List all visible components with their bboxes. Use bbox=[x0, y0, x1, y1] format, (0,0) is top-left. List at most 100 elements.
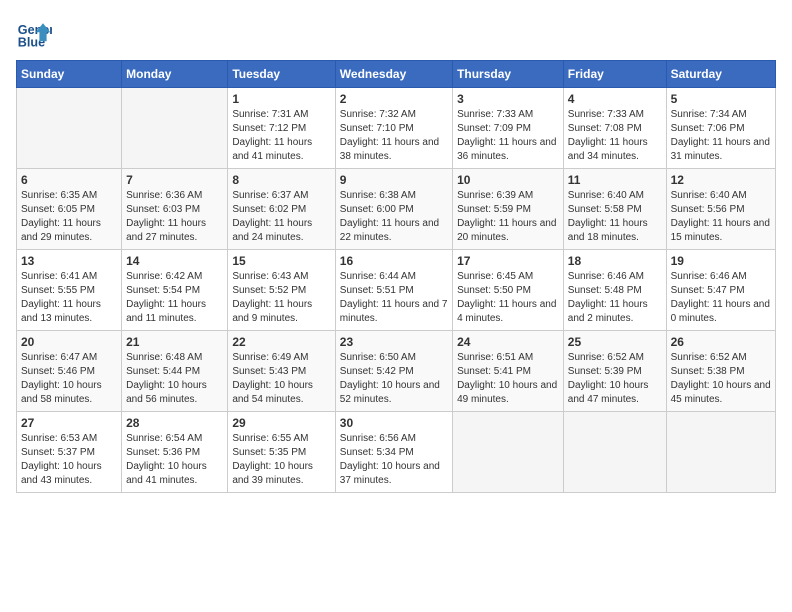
calendar-cell: 12Sunrise: 6:40 AM Sunset: 5:56 PM Dayli… bbox=[666, 169, 775, 250]
calendar-cell: 5 Sunrise: 7:34 AM Sunset: 7:06 PM Daylig… bbox=[666, 88, 775, 169]
calendar-cell: 16Sunrise: 6:44 AM Sunset: 5:51 PM Dayli… bbox=[335, 250, 452, 331]
calendar-cell: 29 Sunrise: 6:55 AM Sunset: 5:35 PM Dayli… bbox=[228, 412, 335, 493]
day-number: 19 bbox=[671, 254, 771, 268]
day-number: 28 bbox=[126, 416, 223, 430]
week-row-5: 27 Sunrise: 6:53 AM Sunset: 5:37 PM Dayli… bbox=[17, 412, 776, 493]
day-number: 27 bbox=[21, 416, 117, 430]
day-info: Sunrise: 6:42 AM Sunset: 5:54 PM Dayligh… bbox=[126, 270, 223, 326]
day-info: Sunrise: 6:39 AM Sunset: 5:59 PM Dayligh… bbox=[457, 189, 559, 245]
calendar-table: SundayMondayTuesdayWednesdayThursdayFrid… bbox=[16, 60, 776, 493]
calendar-cell bbox=[666, 412, 775, 493]
day-number: 29 bbox=[232, 416, 330, 430]
day-number: 9 bbox=[340, 173, 448, 187]
day-number: 25 bbox=[568, 335, 662, 349]
day-info: Sunrise: 6:46 AM Sunset: 5:48 PM Dayligh… bbox=[568, 270, 662, 326]
calendar-cell: 18 Sunrise: 6:46 AM Sunset: 5:48 PM Dayli… bbox=[563, 250, 666, 331]
day-info: Sunrise: 6:41 AM Sunset: 5:55 PM Dayligh… bbox=[21, 270, 117, 326]
week-row-1: 1 Sunrise: 7:31 AM Sunset: 7:12 PM Daylig… bbox=[17, 88, 776, 169]
day-number: 5 bbox=[671, 92, 771, 106]
day-info: Sunrise: 6:54 AM Sunset: 5:36 PM Dayligh… bbox=[126, 432, 223, 488]
day-number: 10 bbox=[457, 173, 559, 187]
calendar-cell bbox=[563, 412, 666, 493]
day-info: Sunrise: 6:37 AM Sunset: 6:02 PM Dayligh… bbox=[232, 189, 330, 245]
day-info: Sunrise: 7:32 AM Sunset: 7:10 PM Dayligh… bbox=[340, 108, 448, 164]
day-header-friday: Friday bbox=[563, 61, 666, 88]
day-number: 2 bbox=[340, 92, 448, 106]
calendar-cell bbox=[17, 88, 122, 169]
day-number: 20 bbox=[21, 335, 117, 349]
calendar-cell: 2 Sunrise: 7:32 AM Sunset: 7:10 PM Daylig… bbox=[335, 88, 452, 169]
day-number: 23 bbox=[340, 335, 448, 349]
calendar-cell: 10 Sunrise: 6:39 AM Sunset: 5:59 PM Dayli… bbox=[453, 169, 564, 250]
day-info: Sunrise: 7:33 AM Sunset: 7:08 PM Dayligh… bbox=[568, 108, 662, 164]
calendar-header-row: SundayMondayTuesdayWednesdayThursdayFrid… bbox=[17, 61, 776, 88]
day-info: Sunrise: 7:33 AM Sunset: 7:09 PM Dayligh… bbox=[457, 108, 559, 164]
calendar-cell: 3 Sunrise: 7:33 AM Sunset: 7:09 PM Daylig… bbox=[453, 88, 564, 169]
day-info: Sunrise: 7:34 AM Sunset: 7:06 PM Dayligh… bbox=[671, 108, 771, 164]
calendar-cell: 27 Sunrise: 6:53 AM Sunset: 5:37 PM Dayli… bbox=[17, 412, 122, 493]
day-number: 22 bbox=[232, 335, 330, 349]
calendar-cell: 25 Sunrise: 6:52 AM Sunset: 5:39 PM Dayli… bbox=[563, 331, 666, 412]
day-number: 7 bbox=[126, 173, 223, 187]
day-number: 1 bbox=[232, 92, 330, 106]
day-number: 15 bbox=[232, 254, 330, 268]
day-info: Sunrise: 6:50 AM Sunset: 5:42 PM Dayligh… bbox=[340, 351, 448, 407]
day-number: 30 bbox=[340, 416, 448, 430]
calendar-cell: 6 Sunrise: 6:35 AM Sunset: 6:05 PM Daylig… bbox=[17, 169, 122, 250]
day-number: 16 bbox=[340, 254, 448, 268]
day-header-monday: Monday bbox=[122, 61, 228, 88]
day-info: Sunrise: 7:31 AM Sunset: 7:12 PM Dayligh… bbox=[232, 108, 330, 164]
calendar-cell: 20Sunrise: 6:47 AM Sunset: 5:46 PM Dayli… bbox=[17, 331, 122, 412]
calendar-cell: 17Sunrise: 6:45 AM Sunset: 5:50 PM Dayli… bbox=[453, 250, 564, 331]
calendar-cell: 4 Sunrise: 7:33 AM Sunset: 7:08 PM Daylig… bbox=[563, 88, 666, 169]
calendar-cell bbox=[453, 412, 564, 493]
day-number: 6 bbox=[21, 173, 117, 187]
day-info: Sunrise: 6:38 AM Sunset: 6:00 PM Dayligh… bbox=[340, 189, 448, 245]
day-number: 4 bbox=[568, 92, 662, 106]
week-row-4: 20Sunrise: 6:47 AM Sunset: 5:46 PM Dayli… bbox=[17, 331, 776, 412]
calendar-cell: 19 Sunrise: 6:46 AM Sunset: 5:47 PM Dayli… bbox=[666, 250, 775, 331]
day-number: 24 bbox=[457, 335, 559, 349]
calendar-cell: 28 Sunrise: 6:54 AM Sunset: 5:36 PM Dayli… bbox=[122, 412, 228, 493]
day-number: 21 bbox=[126, 335, 223, 349]
calendar-cell: 9 Sunrise: 6:38 AM Sunset: 6:00 PM Daylig… bbox=[335, 169, 452, 250]
day-header-saturday: Saturday bbox=[666, 61, 775, 88]
calendar-cell: 1 Sunrise: 7:31 AM Sunset: 7:12 PM Daylig… bbox=[228, 88, 335, 169]
day-info: Sunrise: 6:36 AM Sunset: 6:03 PM Dayligh… bbox=[126, 189, 223, 245]
day-info: Sunrise: 6:35 AM Sunset: 6:05 PM Dayligh… bbox=[21, 189, 117, 245]
day-number: 11 bbox=[568, 173, 662, 187]
day-number: 18 bbox=[568, 254, 662, 268]
day-info: Sunrise: 6:46 AM Sunset: 5:47 PM Dayligh… bbox=[671, 270, 771, 326]
calendar-cell: 23 Sunrise: 6:50 AM Sunset: 5:42 PM Dayli… bbox=[335, 331, 452, 412]
day-info: Sunrise: 6:40 AM Sunset: 5:58 PM Dayligh… bbox=[568, 189, 662, 245]
day-number: 13 bbox=[21, 254, 117, 268]
calendar-cell: 7 Sunrise: 6:36 AM Sunset: 6:03 PM Daylig… bbox=[122, 169, 228, 250]
week-row-3: 13 Sunrise: 6:41 AM Sunset: 5:55 PM Dayli… bbox=[17, 250, 776, 331]
day-header-tuesday: Tuesday bbox=[228, 61, 335, 88]
day-info: Sunrise: 6:45 AM Sunset: 5:50 PM Dayligh… bbox=[457, 270, 559, 326]
day-header-thursday: Thursday bbox=[453, 61, 564, 88]
day-info: Sunrise: 6:51 AM Sunset: 5:41 PM Dayligh… bbox=[457, 351, 559, 407]
calendar-cell: 21 Sunrise: 6:48 AM Sunset: 5:44 PM Dayli… bbox=[122, 331, 228, 412]
day-info: Sunrise: 6:48 AM Sunset: 5:44 PM Dayligh… bbox=[126, 351, 223, 407]
day-info: Sunrise: 6:55 AM Sunset: 5:35 PM Dayligh… bbox=[232, 432, 330, 488]
calendar-cell bbox=[122, 88, 228, 169]
day-info: Sunrise: 6:53 AM Sunset: 5:37 PM Dayligh… bbox=[21, 432, 117, 488]
day-number: 3 bbox=[457, 92, 559, 106]
day-number: 12 bbox=[671, 173, 771, 187]
calendar-cell: 24 Sunrise: 6:51 AM Sunset: 5:41 PM Dayli… bbox=[453, 331, 564, 412]
day-info: Sunrise: 6:43 AM Sunset: 5:52 PM Dayligh… bbox=[232, 270, 330, 326]
day-info: Sunrise: 6:56 AM Sunset: 5:34 PM Dayligh… bbox=[340, 432, 448, 488]
calendar-cell: 22 Sunrise: 6:49 AM Sunset: 5:43 PM Dayli… bbox=[228, 331, 335, 412]
logo: General Blue bbox=[16, 16, 56, 52]
day-number: 26 bbox=[671, 335, 771, 349]
calendar-cell: 14Sunrise: 6:42 AM Sunset: 5:54 PM Dayli… bbox=[122, 250, 228, 331]
calendar-cell: 8 Sunrise: 6:37 AM Sunset: 6:02 PM Daylig… bbox=[228, 169, 335, 250]
calendar-cell: 30 Sunrise: 6:56 AM Sunset: 5:34 PM Dayli… bbox=[335, 412, 452, 493]
day-info: Sunrise: 6:49 AM Sunset: 5:43 PM Dayligh… bbox=[232, 351, 330, 407]
day-number: 8 bbox=[232, 173, 330, 187]
calendar-cell: 13 Sunrise: 6:41 AM Sunset: 5:55 PM Dayli… bbox=[17, 250, 122, 331]
calendar-cell: 15 Sunrise: 6:43 AM Sunset: 5:52 PM Dayli… bbox=[228, 250, 335, 331]
day-header-sunday: Sunday bbox=[17, 61, 122, 88]
day-info: Sunrise: 6:52 AM Sunset: 5:39 PM Dayligh… bbox=[568, 351, 662, 407]
